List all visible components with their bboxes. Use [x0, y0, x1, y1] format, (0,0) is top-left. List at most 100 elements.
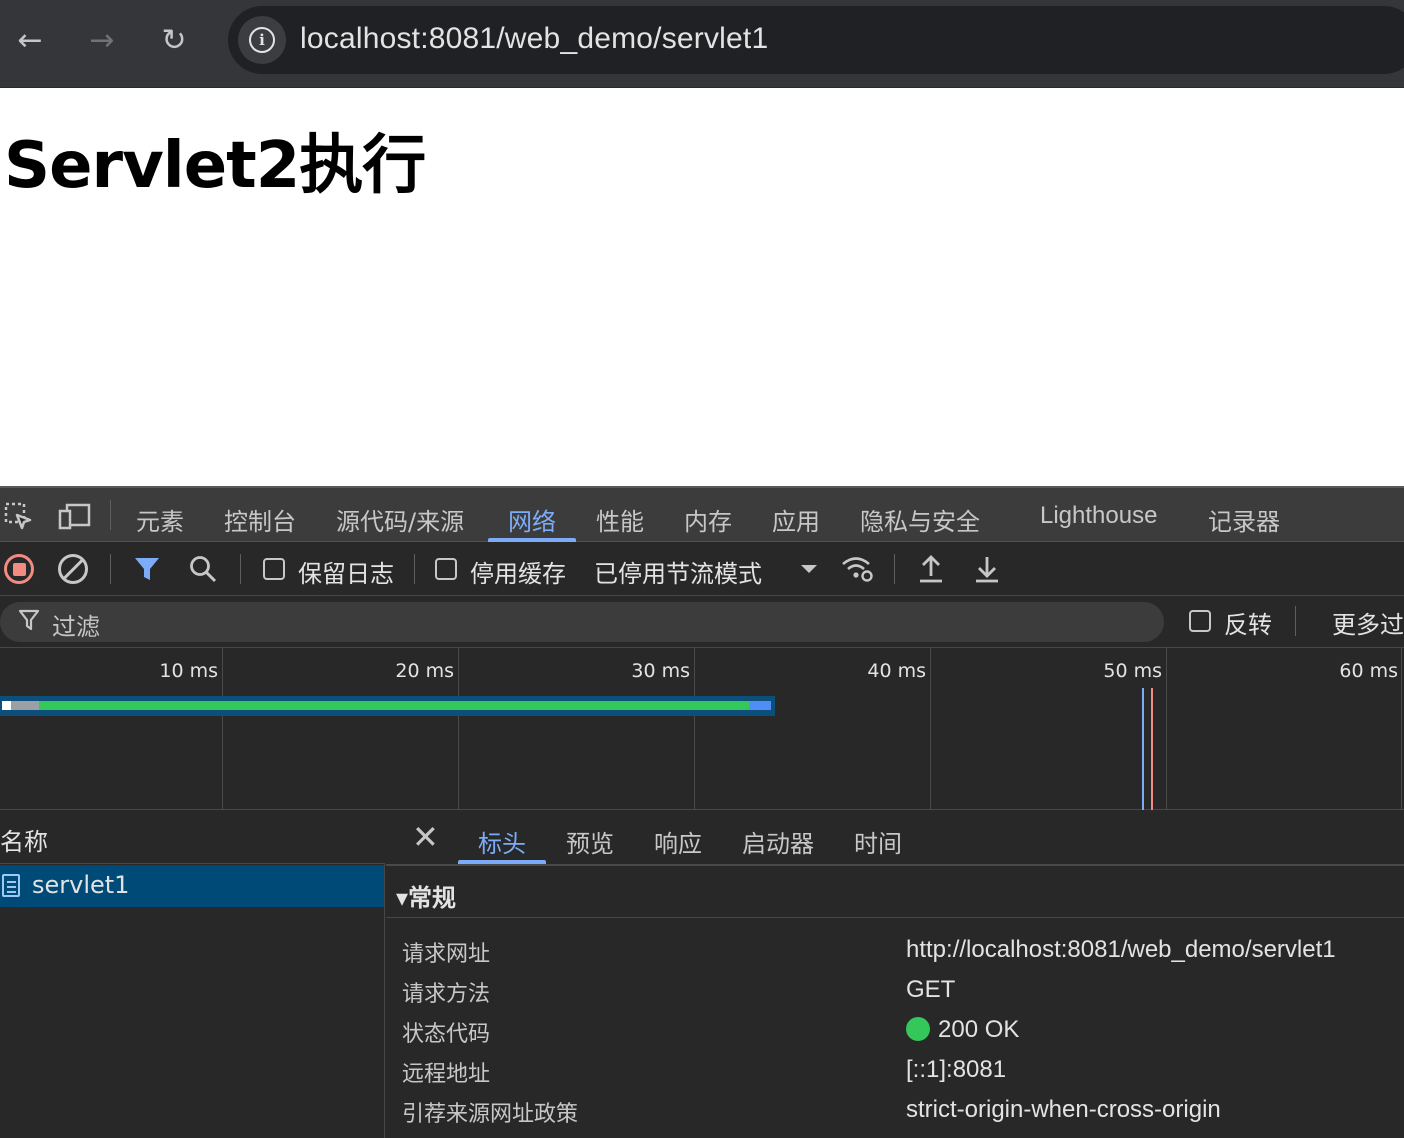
tab-elements[interactable]: 元素 — [136, 502, 184, 537]
header-row-request-method: 请求方法 GET — [386, 976, 1404, 1016]
tick-gridline — [1401, 648, 1402, 810]
tick-label-60ms: 60 ms — [1339, 660, 1398, 682]
record-button[interactable] — [2, 552, 36, 586]
name-column-header[interactable]: 名称 — [0, 810, 385, 864]
page-heading: Servlet2执行 — [4, 129, 426, 203]
active-detail-tab-indicator — [458, 860, 546, 864]
info-icon: i — [249, 27, 275, 53]
tick-label-40ms: 40 ms — [867, 660, 926, 682]
invert-checkbox[interactable] — [1189, 610, 1211, 632]
header-value[interactable]: http://localhost:8081/web_demo/servlet1 — [906, 936, 1336, 964]
tab-recorder[interactable]: 记录器 — [1208, 502, 1280, 537]
filter-placeholder: 过滤 — [52, 613, 100, 641]
throttling-select[interactable]: 已停用节流模式 — [594, 554, 762, 589]
download-icon — [976, 557, 998, 583]
filter-icon — [18, 609, 40, 631]
devtools-panel: 元素 控制台 源代码/来源 网络 性能 内存 应用 隐私与安全 Lighthou… — [0, 486, 1404, 1138]
clear-button[interactable] — [56, 552, 90, 586]
waterfall-stalled-segment — [11, 701, 39, 710]
invert-label: 反转 — [1224, 611, 1272, 639]
tab-response[interactable]: 响应 — [654, 824, 702, 859]
tab-memory[interactable]: 内存 — [684, 502, 732, 537]
upload-icon — [920, 555, 942, 583]
filter-toggle-button[interactable] — [130, 552, 164, 586]
tab-application[interactable]: 应用 — [772, 502, 820, 537]
tab-network[interactable]: 网络 — [508, 502, 556, 537]
disable-cache-checkbox[interactable] — [435, 558, 457, 580]
tick-label-50ms: 50 ms — [1103, 660, 1162, 682]
header-value[interactable]: [::1]:8081 — [906, 1056, 1006, 1084]
status-value[interactable]: 200 OK — [906, 1016, 1019, 1044]
header-row-request-url: 请求网址 http://localhost:8081/web_demo/serv… — [386, 936, 1404, 976]
filter-input[interactable]: 过滤 — [0, 602, 1164, 642]
toolbar-divider — [414, 554, 415, 584]
tab-sources[interactable]: 源代码/来源 — [336, 502, 464, 537]
export-har-button[interactable] — [970, 552, 1004, 586]
tab-lighthouse[interactable]: Lighthouse — [1040, 502, 1157, 530]
header-value[interactable]: strict-origin-when-cross-origin — [906, 1096, 1221, 1124]
back-arrow-icon[interactable]: ← — [10, 20, 50, 60]
network-toolbar: 保留日志 停用缓存 已停用节流模式 — [0, 542, 1404, 596]
header-key: 请求方法 — [402, 982, 491, 1007]
network-conditions-icon[interactable] — [840, 552, 874, 586]
device-toolbar-icon[interactable] — [56, 498, 92, 534]
header-row-status-code: 状态代码 200 OK — [386, 1016, 1404, 1056]
disable-cache-label: 停用缓存 — [470, 560, 566, 588]
close-icon[interactable]: ✕ — [412, 818, 439, 856]
waterfall-download-segment — [749, 701, 771, 710]
tab-performance[interactable]: 性能 — [596, 502, 644, 537]
browser-toolbar: ← → ↻ i localhost:8081/web_demo/servlet1 — [0, 0, 1404, 88]
waterfall-waiting-segment — [39, 701, 749, 710]
import-har-button[interactable] — [914, 552, 948, 586]
page-content: Servlet2执行 — [0, 88, 1404, 486]
header-key: 引荐来源网址政策 — [402, 1102, 579, 1127]
tick-gridline — [930, 648, 931, 810]
tab-console[interactable]: 控制台 — [224, 502, 296, 537]
tab-timing[interactable]: 时间 — [854, 824, 902, 859]
funnel-icon — [135, 558, 159, 580]
header-key: 远程地址 — [402, 1062, 491, 1087]
network-overview-timeline[interactable]: 10 ms 20 ms 30 ms 40 ms 50 ms 60 ms — [0, 648, 1404, 810]
status-text: 200 OK — [938, 1016, 1020, 1043]
tab-preview[interactable]: 预览 — [566, 824, 614, 859]
toolbar-divider — [894, 554, 895, 584]
tick-gridline — [222, 648, 223, 810]
header-value[interactable]: GET — [906, 976, 955, 1004]
general-section-header[interactable]: ▾常规 — [386, 868, 1404, 918]
document-icon — [2, 874, 20, 897]
tick-label-30ms: 30 ms — [631, 660, 690, 682]
address-bar[interactable]: i localhost:8081/web_demo/servlet1 — [228, 6, 1404, 74]
site-info-button[interactable]: i — [238, 16, 286, 64]
tick-gridline — [694, 648, 695, 810]
tick-label-20ms: 20 ms — [395, 660, 454, 682]
preserve-log-checkbox[interactable] — [263, 558, 285, 580]
request-detail-panel: ✕ 标头 预览 响应 启动器 时间 ▾常规 请求网址 http://localh… — [386, 810, 1404, 1138]
toolbar-divider — [110, 554, 111, 584]
more-filters-button[interactable]: 更多过 — [1332, 605, 1404, 640]
header-key: 状态代码 — [402, 1022, 491, 1047]
tab-headers[interactable]: 标头 — [478, 824, 526, 859]
header-row-remote-address: 远程地址 [::1]:8081 — [386, 1056, 1404, 1096]
toolbar-divider — [110, 500, 111, 530]
search-button[interactable] — [186, 552, 220, 586]
dom-content-loaded-marker — [1142, 688, 1144, 810]
url-text[interactable]: localhost:8081/web_demo/servlet1 — [300, 22, 768, 56]
reload-icon[interactable]: ↻ — [154, 20, 194, 60]
throttling-dropdown-icon[interactable] — [792, 552, 826, 586]
name-column-label: 名称 — [0, 828, 48, 856]
inspect-element-icon[interactable] — [0, 498, 36, 534]
request-row[interactable]: servlet1 — [0, 865, 384, 907]
detail-tab-bar: ✕ 标头 预览 响应 启动器 时间 — [386, 810, 1404, 866]
search-icon — [190, 556, 217, 583]
forward-arrow-icon[interactable]: → — [82, 20, 122, 60]
toolbar-divider — [1295, 606, 1296, 636]
tab-initiator[interactable]: 启动器 — [742, 824, 814, 859]
tick-label-10ms: 10 ms — [159, 660, 218, 682]
header-key: 请求网址 — [402, 942, 491, 967]
request-name: servlet1 — [32, 871, 130, 899]
tab-privacy-security[interactable]: 隐私与安全 — [860, 502, 980, 537]
header-row-referrer-policy: 引荐来源网址政策 strict-origin-when-cross-origin — [386, 1096, 1404, 1136]
filter-row: 过滤 反转 更多过 — [0, 596, 1404, 648]
load-event-marker — [1151, 688, 1153, 810]
tick-gridline — [458, 648, 459, 810]
